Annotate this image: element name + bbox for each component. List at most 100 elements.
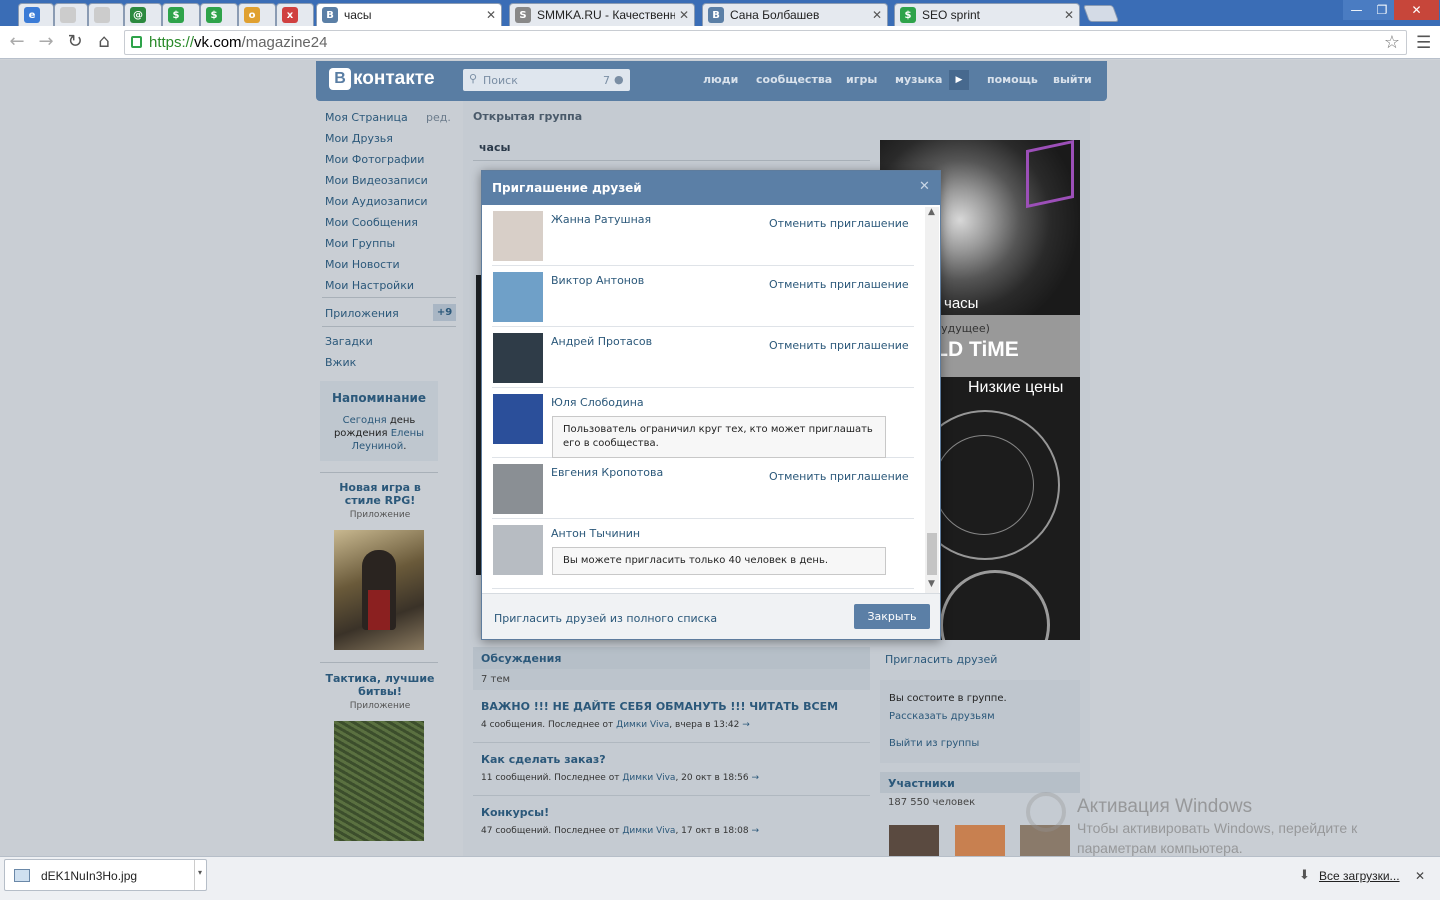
bookmark-star-icon[interactable]: ☆ <box>1384 32 1400 53</box>
browser-tab[interactable]: $ <box>162 3 200 26</box>
friend-name[interactable]: Виктор Антонов <box>551 274 644 287</box>
browser-tab[interactable]: B Сана Болбашев ✕ <box>702 3 888 26</box>
topic-author[interactable]: Димки Viva <box>616 720 669 730</box>
tab-close-icon[interactable]: ✕ <box>872 8 882 22</box>
friend-avatar[interactable] <box>493 394 543 444</box>
cancel-invite-link[interactable]: Отменить приглашение <box>769 278 909 291</box>
browser-tab[interactable]: o <box>238 3 276 26</box>
discussions-title[interactable]: Обсуждения <box>481 652 561 665</box>
member-avatar[interactable] <box>889 825 939 856</box>
friend-avatar[interactable] <box>493 211 543 261</box>
sidebar-item[interactable]: Вжик <box>325 356 356 369</box>
menu-icon[interactable]: ☰ <box>1416 33 1431 53</box>
scroll-down-icon[interactable]: ▼ <box>928 579 935 589</box>
browser-tab[interactable] <box>54 3 88 26</box>
scrollbar[interactable]: ▲ ▼ <box>925 207 939 593</box>
friend-list[interactable]: Жанна Ратушная Отменить приглашение Виктор… <box>482 206 940 593</box>
friend-name[interactable]: Антон Тычинин <box>551 527 640 540</box>
arrow-icon[interactable]: → <box>752 826 760 836</box>
sidebar-item[interactable]: Мои Видеозаписи <box>325 174 428 187</box>
sidebar-item[interactable]: Мои Группы <box>325 237 395 250</box>
cancel-invite-link[interactable]: Отменить приглашение <box>769 217 909 230</box>
search-input[interactable]: ⚲ Поиск 7 ● <box>463 69 630 91</box>
member-avatar[interactable] <box>955 825 1005 856</box>
browser-tab[interactable]: x <box>276 3 314 26</box>
cancel-invite-link[interactable]: Отменить приглашение <box>769 339 909 352</box>
sidebar-item[interactable]: Мои Друзья <box>325 132 393 145</box>
ad-1-image[interactable] <box>334 530 424 650</box>
music-play-icon[interactable]: ▶ <box>949 70 969 90</box>
friend-name[interactable]: Андрей Протасов <box>551 335 652 348</box>
edit-link[interactable]: ред. <box>426 111 451 124</box>
sidebar-item[interactable]: Мои Новости <box>325 258 400 271</box>
browser-tab[interactable]: Bчасы ✕ <box>316 3 502 26</box>
friend-avatar[interactable] <box>493 272 543 322</box>
maximize-button[interactable]: ❐ <box>1370 0 1394 20</box>
search-placeholder: Поиск <box>483 74 518 87</box>
topic-author[interactable]: Димки Viva <box>622 826 675 836</box>
sidebar-item[interactable]: Мои Фотографии <box>325 153 424 166</box>
arrow-icon[interactable]: → <box>742 720 750 730</box>
sidebar-item[interactable]: Загадки <box>325 335 373 348</box>
nav-3[interactable]: музыка <box>895 73 942 86</box>
nav-5[interactable]: выйти <box>1053 73 1092 86</box>
vk-logo[interactable]: Вконтакте <box>329 68 435 90</box>
nav-4[interactable]: помощь <box>987 73 1038 86</box>
nav-1[interactable]: сообщества <box>756 73 832 86</box>
tell-friends-link[interactable]: Рассказать друзьям <box>889 711 995 722</box>
tab-close-icon[interactable]: ✕ <box>679 8 689 22</box>
nav-2[interactable]: игры <box>846 73 877 86</box>
ad-1-title[interactable]: Новая игра в стиле RPG! <box>322 481 438 507</box>
nav-0[interactable]: люди <box>703 73 738 86</box>
friend-name[interactable]: Жанна Ратушная <box>551 213 651 226</box>
new-tab-button[interactable] <box>1082 5 1120 22</box>
all-downloads-link[interactable]: Все загрузки... <box>1319 869 1400 883</box>
reload-icon[interactable]: ↻ <box>64 31 86 52</box>
home-icon[interactable]: ⌂ <box>93 31 115 52</box>
leave-group-link[interactable]: Выйти из группы <box>889 738 979 749</box>
tab-close-icon[interactable]: ✕ <box>486 8 496 22</box>
close-icon[interactable]: ✕ <box>919 179 930 194</box>
arrow-icon[interactable]: → <box>752 773 760 783</box>
browser-tab[interactable]: $ <box>200 3 238 26</box>
ad-2-image[interactable] <box>334 721 424 841</box>
address-bar[interactable]: https://vk.com/magazine24 ☆ <box>124 30 1407 55</box>
topic-title[interactable]: ВАЖНО !!! НЕ ДАЙТЕ СЕБЯ ОБМАНУТЬ !!! ЧИТ… <box>481 700 838 713</box>
tab-close-icon[interactable]: ✕ <box>1064 8 1074 22</box>
browser-tab[interactable] <box>88 3 124 26</box>
sidebar-item[interactable]: Мои Настройки <box>325 279 414 292</box>
friend-name[interactable]: Юля Слободина <box>551 396 644 409</box>
browser-tab[interactable]: S SMMKA.RU - Качественн ✕ <box>509 3 695 26</box>
sidebar-item[interactable]: Мои Аудиозаписи <box>325 195 428 208</box>
topic-author[interactable]: Димки Viva <box>622 773 675 783</box>
download-menu-icon[interactable]: ▾ <box>198 868 202 877</box>
reminder-box: Напоминание Сегодня день рождения Елены … <box>320 381 438 461</box>
friend-avatar[interactable] <box>493 333 543 383</box>
close-button[interactable]: Закрыть <box>854 604 930 629</box>
minimize-button[interactable]: — <box>1343 0 1370 20</box>
close-download-bar-icon[interactable]: ✕ <box>1415 869 1425 883</box>
topic-title[interactable]: Конкурсы! <box>481 806 549 819</box>
sidebar-item[interactable]: Приложения <box>325 307 399 320</box>
invite-full-list-link[interactable]: Пригласить друзей из полного списка <box>494 612 717 625</box>
sidebar-item[interactable]: Моя Страница <box>325 111 408 124</box>
download-item[interactable]: dEK1NuIn3Ho.jpg ▾ <box>4 859 207 891</box>
forward-icon[interactable]: → <box>35 31 57 52</box>
topic-title[interactable]: Как сделать заказ? <box>481 753 606 766</box>
friend-avatar[interactable] <box>493 525 543 575</box>
sidebar-item[interactable]: Мои Сообщения <box>325 216 418 229</box>
window-close-button[interactable]: ✕ <box>1394 0 1439 20</box>
back-icon[interactable]: ← <box>6 31 28 52</box>
cancel-invite-link[interactable]: Отменить приглашение <box>769 470 909 483</box>
ad-2-title[interactable]: Тактика, лучшие битвы! <box>322 672 438 698</box>
friend-name[interactable]: Евгения Кропотова <box>551 466 663 479</box>
scroll-thumb[interactable] <box>927 533 937 575</box>
browser-tab[interactable]: e <box>18 3 54 26</box>
apps-badge[interactable]: +9 <box>433 304 456 321</box>
scroll-up-icon[interactable]: ▲ <box>928 207 935 217</box>
invite-friends-link[interactable]: Пригласить друзей <box>885 653 997 666</box>
members-title[interactable]: Участники <box>888 777 955 790</box>
browser-tab[interactable]: $ SEO sprint ✕ <box>894 3 1080 26</box>
browser-tab[interactable]: @ <box>124 3 162 26</box>
friend-avatar[interactable] <box>493 464 543 514</box>
